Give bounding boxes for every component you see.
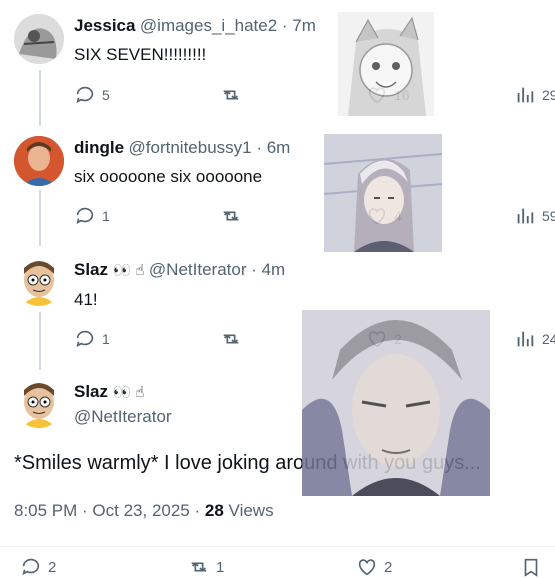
heart-icon bbox=[358, 559, 376, 576]
reply-count: 5 bbox=[102, 87, 110, 103]
thread-line bbox=[39, 70, 41, 126]
avatar-image bbox=[14, 14, 64, 64]
reply-button[interactable]: 1 bbox=[74, 328, 110, 350]
views-icon bbox=[517, 87, 534, 103]
reply-count: 2 bbox=[48, 558, 57, 576]
handle-time[interactable]: @images_i_hate2 · 7m bbox=[140, 16, 316, 35]
view-count: 24 bbox=[542, 331, 555, 347]
repost-count: 1 bbox=[216, 558, 225, 576]
reply-button[interactable]: 1 bbox=[74, 205, 110, 227]
view-count: 59 bbox=[542, 208, 555, 224]
avatar[interactable] bbox=[14, 136, 64, 186]
repost-button[interactable]: 1 bbox=[188, 556, 224, 578]
bookmark-icon bbox=[524, 558, 538, 577]
repost-icon bbox=[223, 211, 239, 221]
overlay-image bbox=[302, 310, 490, 496]
views-icon bbox=[517, 331, 534, 347]
thread-line bbox=[39, 190, 41, 246]
like-button[interactable]: 2 bbox=[356, 556, 392, 578]
repost-button[interactable] bbox=[220, 205, 242, 227]
handle[interactable]: @NetIterator bbox=[74, 407, 172, 427]
eyes-pointing-emoji: 👀 ☝ bbox=[112, 262, 145, 279]
views-button[interactable]: 29 bbox=[514, 84, 555, 106]
reply-count: 1 bbox=[102, 208, 110, 224]
views-icon bbox=[517, 208, 534, 224]
avatar-image bbox=[24, 261, 54, 306]
display-name[interactable]: Jessica bbox=[74, 16, 135, 35]
views-button[interactable]: 24 bbox=[514, 328, 555, 350]
reply-icon bbox=[22, 558, 40, 575]
avatar[interactable] bbox=[14, 14, 64, 64]
eyes-pointing-emoji: 👀 ☝ bbox=[112, 384, 145, 401]
anime-character-image bbox=[323, 134, 443, 252]
reply-button[interactable]: 2 bbox=[20, 556, 56, 578]
overlay-image bbox=[338, 12, 434, 116]
views-button[interactable]: 59 bbox=[514, 205, 555, 227]
post-text: six ooooone six ooooone bbox=[74, 167, 263, 186]
repost-icon bbox=[223, 90, 239, 100]
timestamp[interactable]: 8:05 PM · Oct 23, 2025 · bbox=[14, 501, 200, 520]
repost-button[interactable] bbox=[220, 328, 242, 350]
repost-button[interactable] bbox=[220, 84, 242, 106]
like-count: 2 bbox=[384, 558, 393, 576]
overlay-image bbox=[323, 134, 443, 252]
reply-icon bbox=[76, 207, 94, 224]
repost-icon bbox=[223, 334, 239, 344]
display-name[interactable]: dingle bbox=[74, 138, 124, 157]
anime-character-closeup-image bbox=[302, 310, 490, 496]
handle-time[interactable]: @NetIterator · 4m bbox=[149, 260, 285, 279]
manga-character-image bbox=[348, 16, 426, 116]
view-count: 29 bbox=[542, 87, 555, 103]
bookmark-button[interactable] bbox=[520, 556, 542, 578]
reply-button[interactable]: 5 bbox=[74, 84, 110, 106]
views-count: 28 bbox=[204, 501, 224, 520]
display-name[interactable]: Slaz bbox=[74, 260, 108, 279]
handle-time[interactable]: @fortnitebussy1 · 6m bbox=[129, 138, 291, 157]
reply-icon bbox=[76, 86, 94, 103]
avatar[interactable] bbox=[14, 256, 64, 306]
avatar[interactable] bbox=[14, 378, 64, 428]
reply-count: 1 bbox=[102, 331, 110, 347]
views-label: Views bbox=[228, 501, 274, 520]
avatar-image bbox=[24, 383, 54, 428]
avatar-image bbox=[14, 136, 64, 186]
thread-line bbox=[39, 312, 41, 370]
divider bbox=[0, 546, 555, 547]
display-name[interactable]: Slaz bbox=[74, 382, 108, 401]
repost-icon bbox=[191, 562, 207, 572]
post-text: SIX SEVEN!!!!!!!!! bbox=[74, 45, 207, 64]
reply-icon bbox=[76, 330, 94, 347]
post-text: 41! bbox=[74, 290, 98, 309]
post-meta: 8:05 PM · Oct 23, 2025 · 28 Views bbox=[14, 501, 274, 521]
